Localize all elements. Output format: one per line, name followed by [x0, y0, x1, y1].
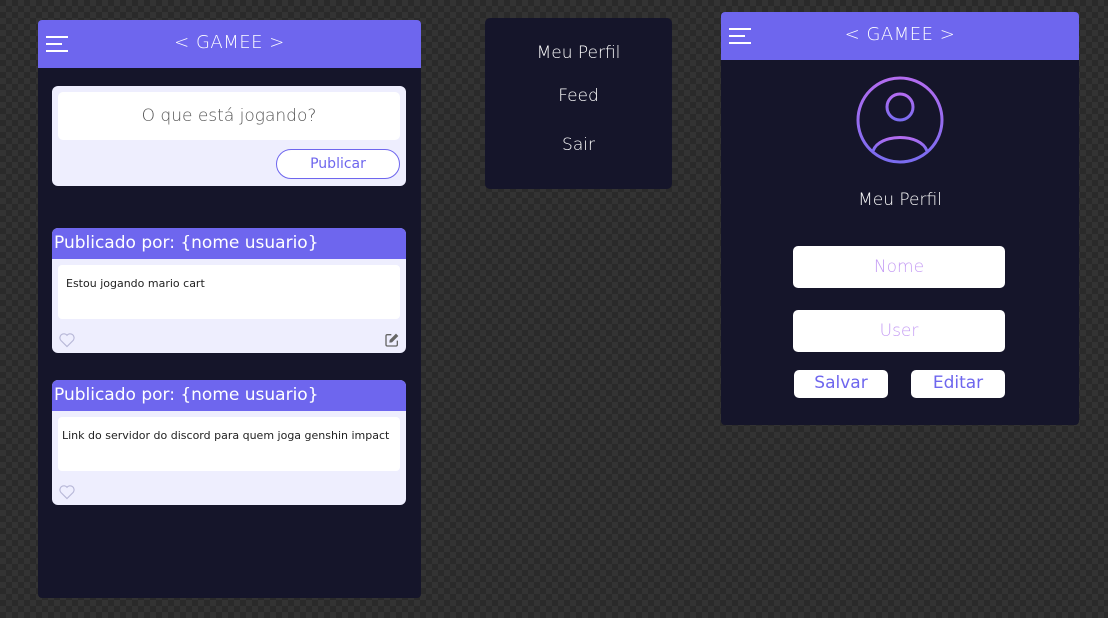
name-field[interactable]: Nome: [793, 246, 1005, 288]
post-composer: O que está jogando? Publicar: [52, 86, 406, 186]
post-author: Publicado por: {nome usuario}: [52, 228, 406, 259]
heart-icon[interactable]: [58, 332, 76, 348]
edit-button[interactable]: Editar: [911, 370, 1005, 398]
publish-button[interactable]: Publicar: [276, 149, 400, 179]
menu-item-profile[interactable]: Meu Perfil: [485, 43, 672, 63]
user-field[interactable]: User: [793, 310, 1005, 352]
profile-title: Meu Perfil: [858, 190, 942, 210]
post-input[interactable]: O que está jogando?: [58, 92, 400, 140]
post-card: Publicado por: {nome usuario} Estou joga…: [52, 228, 406, 353]
app-title: < GAMEE >: [174, 32, 285, 53]
post-content: Estou jogando mario cart: [58, 265, 400, 319]
profile-screen: < GAMEE > Meu Perfil Nome User Salvar Ed…: [721, 12, 1079, 425]
side-menu: Meu Perfil Feed Sair: [485, 18, 672, 189]
heart-icon[interactable]: [58, 484, 76, 500]
user-avatar-icon: [856, 76, 944, 164]
save-button[interactable]: Salvar: [794, 370, 888, 398]
feed-screen: < GAMEE > O que está jogando? Publicar P…: [38, 20, 421, 598]
menu-item-logout[interactable]: Sair: [485, 135, 672, 155]
app-header: < GAMEE >: [721, 12, 1079, 60]
app-header: < GAMEE >: [38, 20, 421, 68]
app-title: < GAMEE >: [844, 24, 956, 45]
edit-icon[interactable]: [384, 332, 400, 348]
post-card: Publicado por: {nome usuario} Link do se…: [52, 380, 406, 505]
post-author: Publicado por: {nome usuario}: [52, 380, 406, 411]
menu-item-feed[interactable]: Feed: [485, 86, 672, 106]
post-content: Link do servidor do discord para quem jo…: [58, 417, 400, 471]
